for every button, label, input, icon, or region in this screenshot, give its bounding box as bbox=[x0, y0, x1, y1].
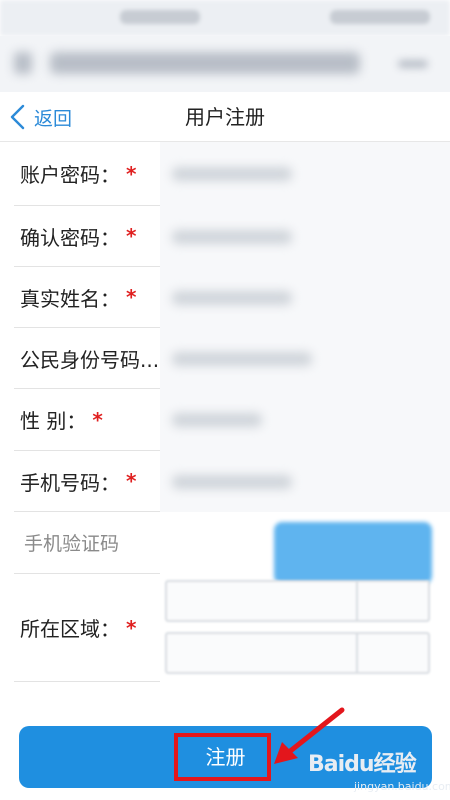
field-label-text: 真实姓名： bbox=[20, 286, 120, 311]
select-divider bbox=[356, 582, 358, 620]
field-label: 所在区域： * bbox=[14, 574, 160, 682]
form-row-gender: 性 别： * bbox=[0, 389, 450, 451]
app-header bbox=[0, 36, 450, 92]
select-divider bbox=[356, 634, 358, 672]
field-label: 账户密码： * bbox=[14, 142, 160, 206]
status-bar bbox=[0, 0, 450, 36]
registration-form: 账户密码： * 确认密码： * 真实姓名： * 公民身份号码... 性 别： * 手机号… bbox=[0, 142, 450, 682]
input-placeholder-blur bbox=[172, 351, 312, 366]
form-row-phone: 手机号码： * bbox=[0, 451, 450, 512]
city-select[interactable] bbox=[165, 632, 430, 674]
app-title-blurred bbox=[50, 52, 360, 74]
password-input[interactable] bbox=[160, 142, 450, 206]
more-menu-icon[interactable] bbox=[398, 60, 428, 68]
form-row-id-number: 公民身份号码... bbox=[0, 328, 450, 389]
back-label: 返回 bbox=[34, 107, 73, 130]
required-mark: * bbox=[92, 407, 103, 432]
required-mark: * bbox=[126, 161, 137, 186]
input-placeholder-blur bbox=[172, 290, 292, 305]
field-label-text: 确认密码： bbox=[20, 225, 120, 250]
input-placeholder-blur bbox=[172, 167, 292, 181]
highlight-box bbox=[174, 733, 271, 781]
real-name-input[interactable] bbox=[160, 267, 450, 328]
form-row-password: 账户密码： * bbox=[0, 142, 450, 206]
required-mark: * bbox=[126, 615, 137, 640]
input-placeholder-blur bbox=[172, 474, 292, 489]
chevron-left-icon bbox=[10, 104, 25, 130]
field-label: 公民身份号码... bbox=[14, 328, 160, 389]
field-label-text: 所在区域： bbox=[20, 617, 120, 641]
input-placeholder-blur bbox=[172, 229, 292, 244]
field-label-text: 手机号码： bbox=[20, 470, 120, 495]
status-bar-blur bbox=[120, 10, 200, 24]
field-label-text: 性 别： bbox=[20, 409, 87, 433]
form-row-verification-code: 手机验证码 bbox=[0, 512, 450, 584]
watermark-url: jingyan.baidu.com bbox=[354, 780, 450, 793]
form-row-confirm-password: 确认密码： * bbox=[0, 206, 450, 267]
field-label-text: 公民身份号码... bbox=[20, 347, 160, 372]
back-button[interactable]: 返回 bbox=[8, 92, 72, 142]
gender-radio-group[interactable] bbox=[160, 389, 450, 451]
confirm-password-input[interactable] bbox=[160, 206, 450, 267]
field-label: 真实姓名： * bbox=[14, 267, 160, 328]
required-mark: * bbox=[126, 224, 137, 248]
baidu-watermark: Baidu经验 jingyan.baidu.com bbox=[300, 746, 450, 798]
verification-code-input[interactable]: 手机验证码 bbox=[14, 512, 160, 574]
province-select[interactable] bbox=[165, 580, 430, 622]
form-row-real-name: 真实姓名： * bbox=[0, 267, 450, 328]
field-label: 确认密码： * bbox=[14, 206, 160, 267]
status-bar-blur bbox=[330, 10, 430, 24]
required-mark: * bbox=[126, 469, 137, 493]
phone-input[interactable] bbox=[160, 451, 450, 512]
app-back-icon[interactable] bbox=[14, 52, 32, 74]
watermark-logo: Baidu经验 bbox=[308, 752, 417, 777]
id-number-input[interactable] bbox=[160, 328, 450, 389]
field-label: 手机号码： * bbox=[14, 451, 160, 512]
form-row-region: 所在区域： * bbox=[0, 574, 450, 682]
field-label-text: 账户密码： bbox=[20, 163, 120, 187]
field-label: 性 别： * bbox=[14, 389, 160, 451]
gender-options-blur bbox=[172, 413, 262, 427]
nav-bar: 返回 用户注册 bbox=[0, 92, 450, 142]
required-mark: * bbox=[126, 285, 137, 309]
